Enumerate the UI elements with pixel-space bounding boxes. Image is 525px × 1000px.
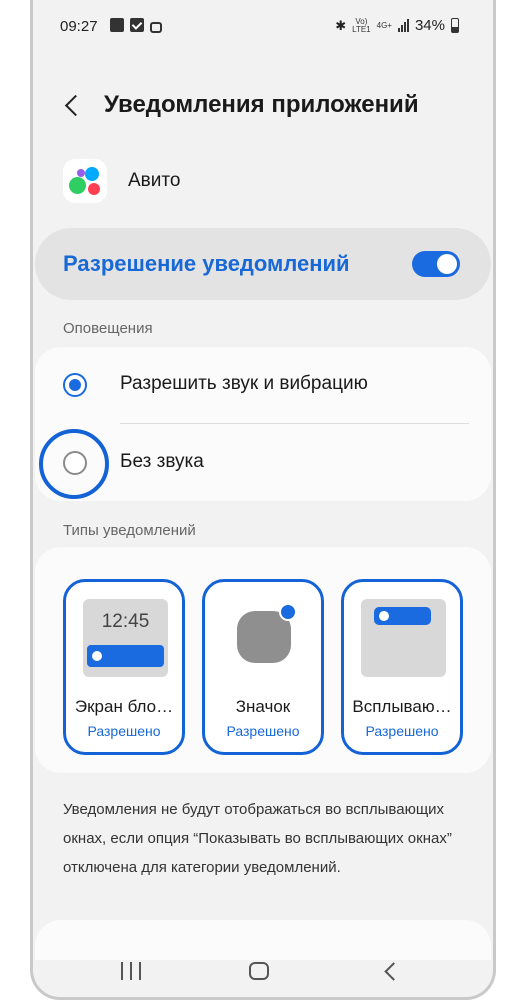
alerts-card: Разрешить звук и вибрацию Без звука (35, 347, 491, 501)
status-time: 09:27 (60, 18, 98, 35)
radio-button[interactable] (63, 373, 87, 397)
option-label: Разрешить звук и вибрацию (120, 373, 368, 394)
network-type-label: 4G+ (376, 20, 392, 30)
recent-apps-icon[interactable] (121, 962, 141, 980)
navigation-bar (33, 952, 493, 992)
badge-preview (222, 599, 307, 677)
battery-icon (451, 18, 459, 33)
popup-bar (374, 607, 431, 625)
tile-name: Значок (235, 697, 291, 716)
gallery-icon (110, 18, 124, 32)
badge-dot-icon (279, 603, 297, 621)
app-name: Авито (128, 170, 181, 191)
tile-status: Разрешено (365, 723, 439, 739)
checkbox-icon (130, 18, 144, 32)
back-arrow-icon[interactable] (64, 94, 80, 116)
status-bar: 09:27 ✱ Vo) LTE1 4G+ 34% (33, 12, 493, 42)
option-label: Без звука (120, 451, 204, 472)
nav-back-icon[interactable] (383, 964, 397, 978)
option-silent[interactable]: Без звука (35, 425, 491, 501)
tile-status: Разрешено (226, 723, 300, 739)
app-logo-icon (63, 159, 107, 203)
signal-icon (397, 19, 409, 32)
battery-percent: 34% (414, 17, 445, 34)
tile-status: Разрешено (87, 723, 161, 739)
type-tile-badge[interactable]: Значок Разрешено (202, 579, 324, 755)
types-section-label: Типы уведомлений (63, 522, 196, 539)
notification-permission-row[interactable]: Разрешение уведомлений (35, 228, 491, 300)
lock-screen-preview: 12:45 (83, 599, 168, 677)
type-tile-popup[interactable]: Всплываю… Разрешено (341, 579, 463, 755)
toggle-knob (437, 254, 457, 274)
popup-preview (361, 599, 446, 677)
tile-name: Экран бло… (74, 697, 174, 716)
notification-bar (87, 645, 164, 667)
permission-label: Разрешение уведомлений (63, 251, 350, 276)
app-info: Авито (63, 158, 180, 204)
header: Уведомления приложений (33, 88, 493, 124)
page-title: Уведомления приложений (104, 91, 419, 118)
bluetooth-icon: ✱ (335, 17, 347, 33)
footnote-text: Уведомления не будут отображаться во всп… (63, 801, 452, 876)
permission-toggle[interactable] (412, 251, 460, 277)
notification-types-card: 12:45 Экран бло… Разрешено Значок Разреш… (35, 547, 491, 773)
volte-label: Vo) LTE1 (352, 16, 371, 34)
radio-button[interactable] (63, 451, 87, 475)
alerts-section-label: Оповещения (63, 320, 153, 337)
phone-screen: 09:27 ✱ Vo) LTE1 4G+ 34% Уведомления при… (30, 0, 496, 1000)
tile-name: Всплываю… (352, 697, 452, 716)
home-icon[interactable] (249, 962, 269, 980)
preview-time: 12:45 (101, 611, 150, 632)
divider (120, 423, 469, 424)
lock-icon (150, 22, 162, 33)
option-sound-vibration[interactable]: Разрешить звук и вибрацию (35, 347, 491, 423)
type-tile-lock-screen[interactable]: 12:45 Экран бло… Разрешено (63, 579, 185, 755)
